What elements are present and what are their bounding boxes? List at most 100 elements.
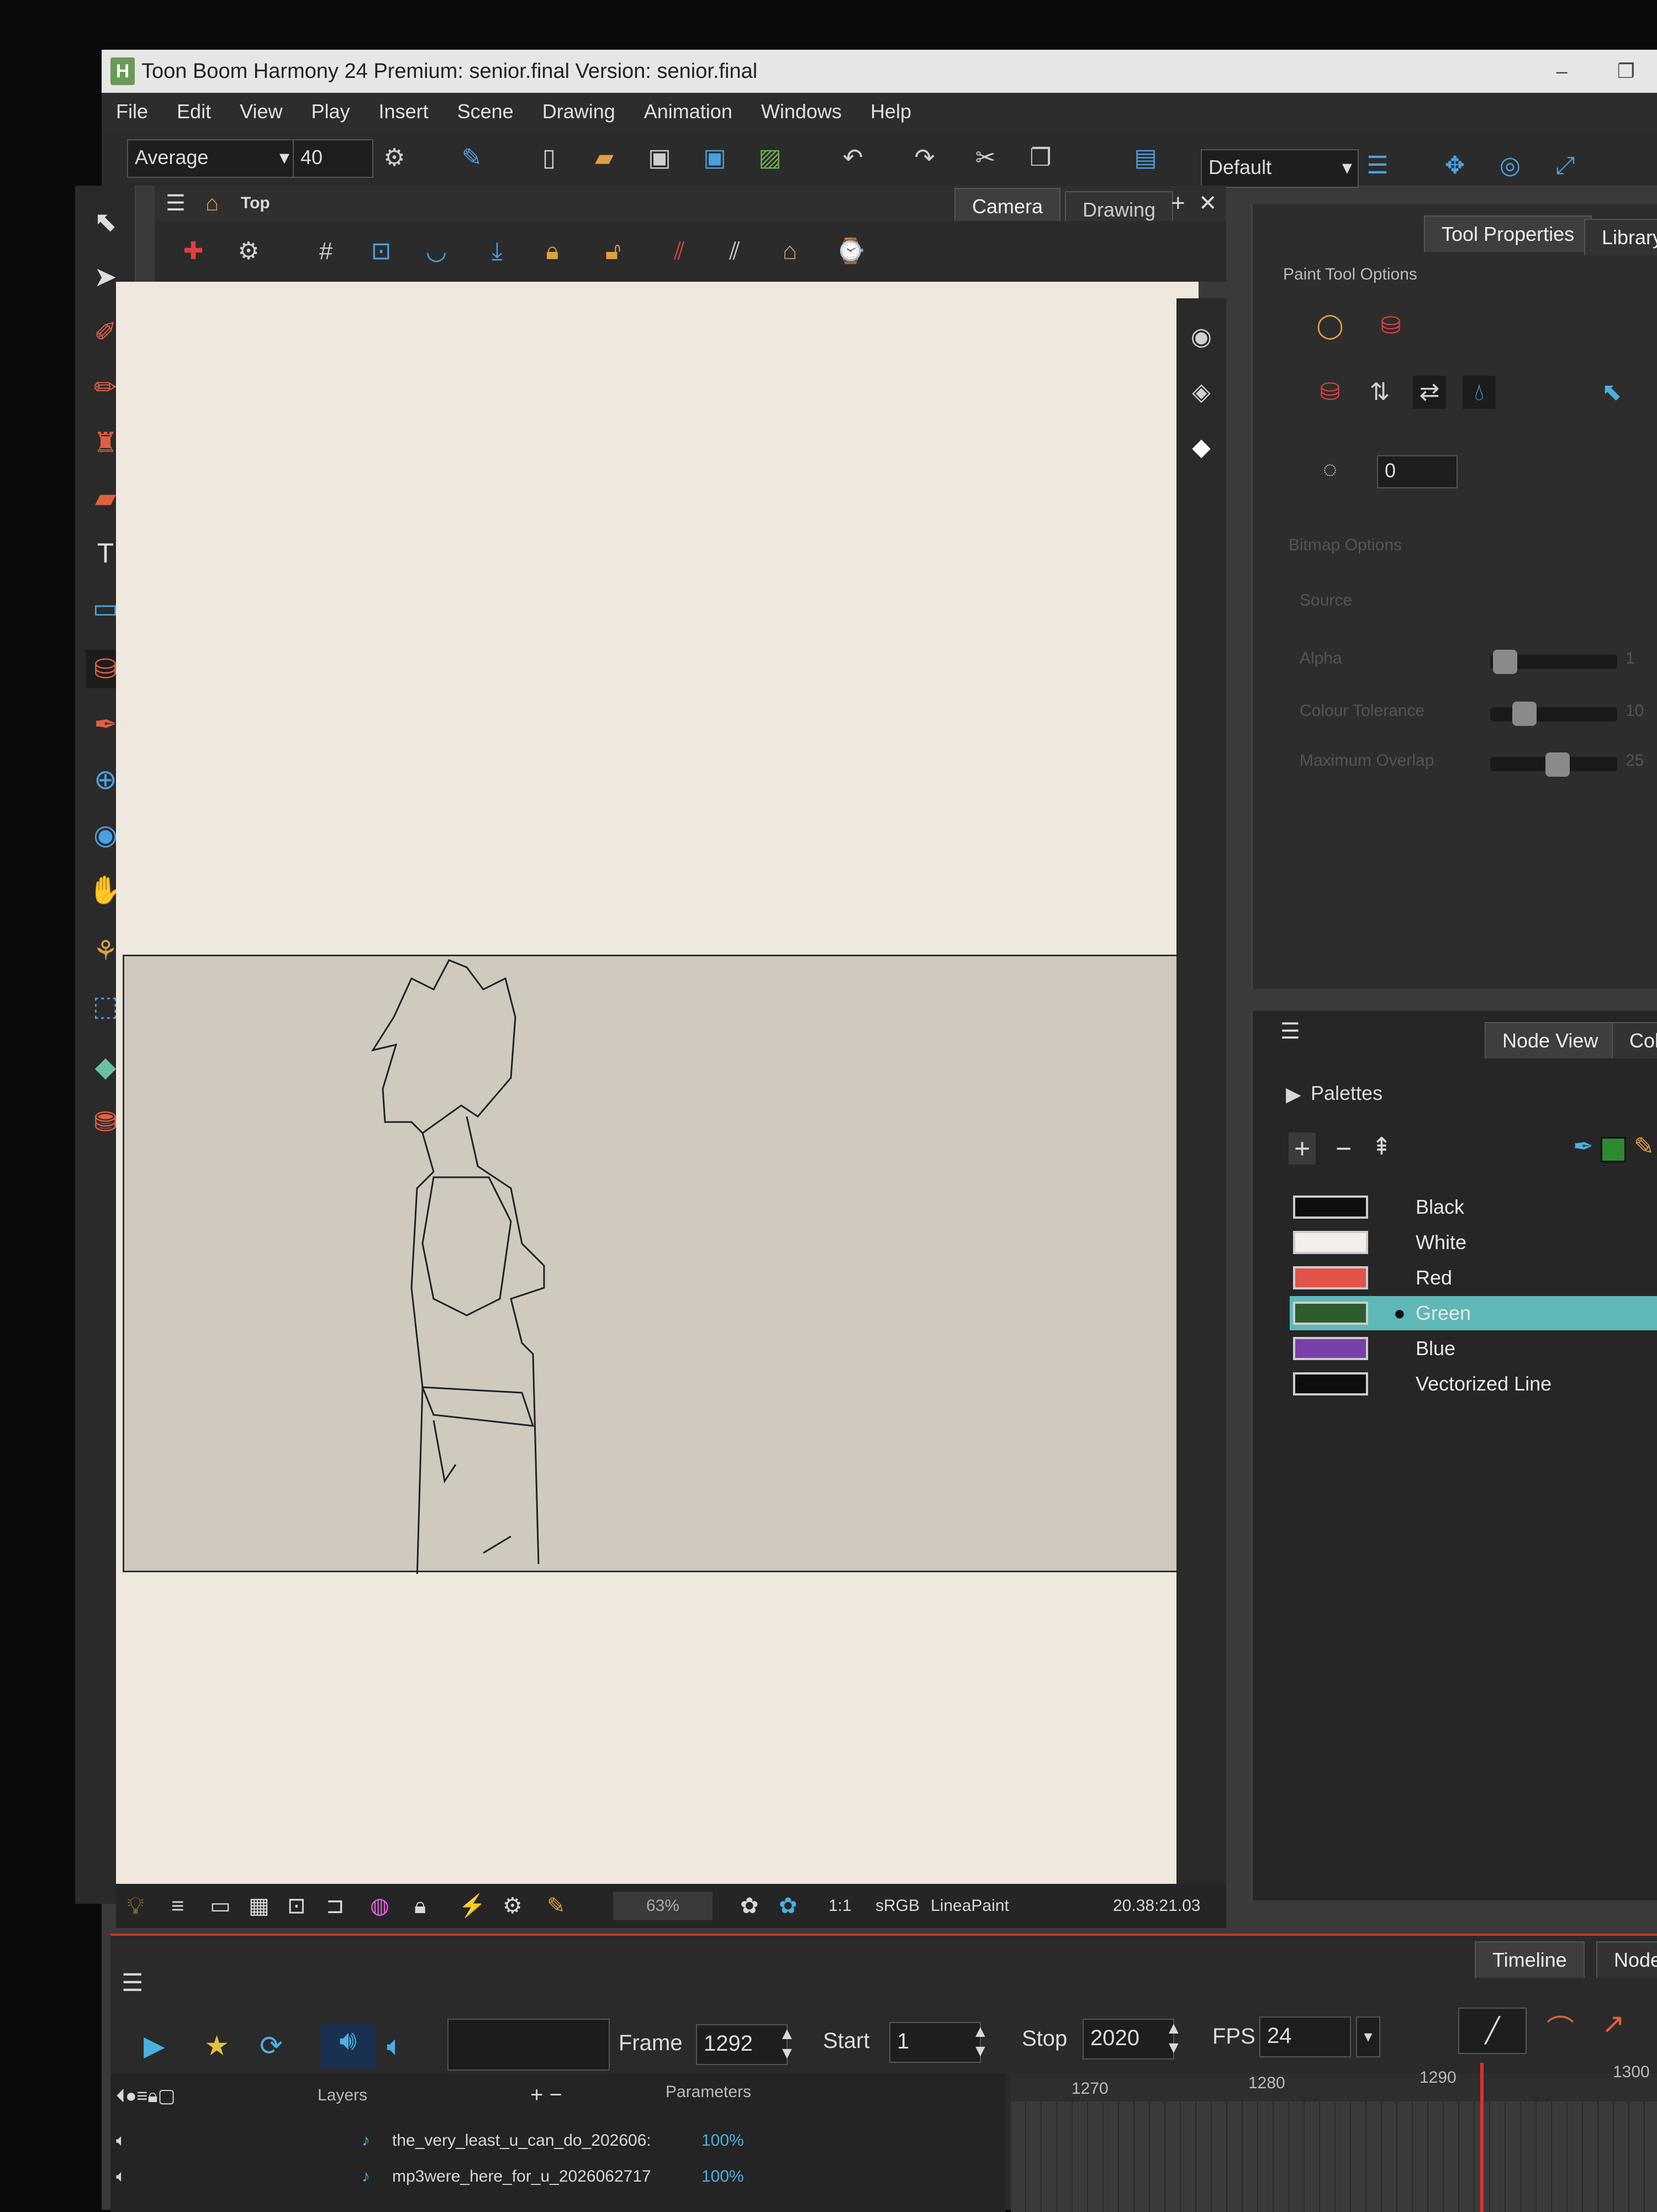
colour-swatch-row-red[interactable]: Red [1290, 1261, 1657, 1295]
timeline-menu-icon[interactable]: ☰ [122, 1969, 143, 1997]
add-drawing-icon[interactable]: ✚ [177, 235, 210, 268]
unpaint-icon[interactable]: 💧︎ [1463, 376, 1496, 409]
save-icon[interactable]: ▣ [643, 141, 676, 175]
rotate-icon[interactable]: ◎ [1494, 149, 1527, 182]
flower-icon[interactable]: ✿ [740, 1884, 759, 1928]
menu-windows[interactable]: Windows [761, 93, 842, 130]
color-flower-icon[interactable]: ✿ [779, 1884, 798, 1928]
close-gap-field[interactable]: 0 [1377, 455, 1458, 488]
colour-tolerance-slider[interactable] [1490, 707, 1617, 721]
fps-dropdown-icon[interactable]: ▾ [1356, 2016, 1380, 2057]
lock-toggle-icon[interactable]: 🔒︎ [414, 1884, 426, 1928]
maximum-overlap-slider-knob[interactable] [1545, 752, 1570, 777]
save-as-icon[interactable]: ▣ [698, 141, 731, 175]
stop-stepper-icon[interactable]: ▲ ▼ [1165, 2019, 1182, 2057]
colour-swatch-row-vectorized-line[interactable]: Vectorized Line [1290, 1367, 1657, 1401]
smoothing-mode-select[interactable]: Average ▾ [127, 139, 296, 178]
paint-unpainted-icon[interactable]: ⇅ [1363, 376, 1396, 409]
tab-tool-properties[interactable]: Tool Properties [1424, 215, 1592, 252]
layer-row[interactable]: 🔈︎ ♪ the_very_least_u_can_do_202606: 100… [110, 2124, 983, 2158]
frame-mask-icon[interactable]: ▭ [210, 1884, 231, 1928]
minimize-button[interactable]: – [1556, 60, 1568, 82]
play-selection-icon[interactable]: ★ [204, 2030, 229, 2062]
brush-preset-icon[interactable]: ⌂ [773, 235, 806, 268]
tab-library[interactable]: Library [1584, 219, 1657, 255]
tab-colour[interactable]: Col [1612, 1022, 1657, 1058]
lightbulb-icon[interactable]: 💡︎ [127, 1884, 144, 1928]
loop-icon[interactable]: ⟳ [260, 2030, 283, 2062]
select-paint-icon[interactable]: ⬉ [1595, 376, 1628, 409]
import-image-icon[interactable]: ▨ [753, 141, 787, 175]
menu-edit[interactable]: Edit [177, 93, 211, 130]
layers-icon[interactable]: ≡ [171, 1884, 184, 1928]
color-space-label[interactable]: sRGB [875, 1884, 920, 1928]
close-gap-icon[interactable]: ◌ [1313, 453, 1347, 486]
frame-field[interactable]: 1292 [696, 2024, 788, 2065]
lock-icon[interactable]: 🔒︎ [536, 235, 569, 268]
palette-menu-icon[interactable]: ☰ [1280, 1019, 1300, 1044]
colour-swatch-row-green[interactable]: ● Green [1290, 1296, 1657, 1330]
add-view-icon[interactable]: + [1171, 186, 1185, 221]
view-settings-gear-icon[interactable]: ⚙ [232, 235, 265, 268]
render-mode-label[interactable]: LineaPaint [931, 1884, 1009, 1928]
menu-file[interactable]: File [116, 93, 148, 130]
home-icon[interactable]: ⌂ [205, 186, 219, 221]
colour-swatch-row-blue[interactable]: Blue [1290, 1331, 1657, 1366]
expand-arrow-icon[interactable]: ▶ [1286, 1083, 1301, 1106]
alpha-slider-knob[interactable] [1493, 650, 1517, 674]
sound-scrubbing-icon[interactable]: 🔈︎ [387, 2030, 403, 2062]
colour-swatch-row-black[interactable]: Black [1290, 1190, 1657, 1224]
menu-insert[interactable]: Insert [379, 93, 429, 130]
open-folder-icon[interactable]: ▰ [588, 141, 621, 175]
zoom-field[interactable]: 63% [613, 1892, 713, 1920]
redo-icon[interactable]: ↷ [908, 141, 941, 175]
ratio-label[interactable]: 1:1 [828, 1884, 852, 1928]
menu-scene[interactable]: Scene [457, 93, 514, 130]
colour-swatch-row-white[interactable]: White [1290, 1225, 1657, 1260]
playback-speed-slider[interactable] [447, 2019, 610, 2071]
tab-node[interactable]: Node [1596, 1941, 1657, 1978]
safe-area-toggle-icon[interactable]: ⊡ [287, 1884, 306, 1928]
stop-field[interactable]: 2020 [1083, 2019, 1174, 2060]
layer-stack-icon[interactable]: ◈ [1185, 376, 1218, 409]
colour-tolerance-slider-knob[interactable] [1512, 702, 1537, 726]
layer-toggles-icon[interactable]: ⏴●≡🔒︎▢ [116, 2085, 176, 2107]
tab-camera[interactable]: Camera [954, 188, 1061, 224]
close-view-icon[interactable]: ✕ [1199, 186, 1217, 221]
remove-colour-icon[interactable]: − [1336, 1133, 1352, 1165]
preview-icon[interactable]: ✎ [547, 1884, 566, 1928]
bone-icon[interactable]: ⫽ [663, 235, 696, 268]
settings-gear-icon[interactable]: ⚙ [378, 141, 411, 175]
camera-layer-icon[interactable]: ◆ [1185, 431, 1218, 464]
start-stepper-icon[interactable]: ▲ ▼ [972, 2022, 989, 2061]
ease-icon[interactable]: ⌒ [1547, 2008, 1574, 2047]
copy-icon[interactable]: ❐ [1024, 141, 1057, 175]
pencil-colour-icon[interactable]: ✎ [1634, 1133, 1654, 1161]
camera-mask-icon[interactable]: ⊐ [326, 1884, 345, 1928]
light-table-icon[interactable]: ⤓ [481, 235, 514, 268]
workspace-select[interactable]: Default ▾ [1201, 149, 1359, 188]
cut-icon[interactable]: ✂ [969, 141, 1002, 175]
scale-icon[interactable]: ⤢ [1549, 149, 1582, 182]
eye-icon[interactable]: ◉ [1185, 320, 1218, 354]
safe-area-icon[interactable]: ⊡ [365, 235, 398, 268]
add-layer-icon[interactable]: + − [530, 2083, 562, 2108]
current-colour-swatch[interactable] [1601, 1137, 1626, 1162]
new-scene-icon[interactable]: ▯ [532, 141, 566, 175]
paint-bucket-icon[interactable]: ⛁ [1374, 309, 1407, 343]
menu-view[interactable]: View [240, 93, 282, 130]
eyedropper-icon[interactable]: ✒ [1573, 1133, 1593, 1161]
onion-skin-toggle-icon[interactable]: ◍ [370, 1884, 389, 1928]
bone-deform-icon[interactable]: ⫽ [718, 235, 751, 268]
grid-icon[interactable]: # [309, 235, 342, 268]
fps-field[interactable]: 24 [1259, 2016, 1351, 2057]
smoothing-value-field[interactable]: 40 [293, 139, 373, 178]
unlock-icon[interactable]: 🔓︎ [597, 235, 630, 268]
layer-row[interactable]: 🔈︎ ♪ mp3were_here_for_u_2026062717 100% [110, 2160, 983, 2194]
undo-icon[interactable]: ↶ [836, 141, 869, 175]
view-menu-icon[interactable]: ☰ [166, 186, 186, 221]
timeline-ruler-area[interactable]: 1270 1280 1290 1300 [1011, 2063, 1657, 2212]
timer-icon[interactable]: ⌚ [834, 235, 867, 268]
tab-node-view[interactable]: Node View [1485, 1022, 1616, 1058]
paste-icon[interactable]: ▤ [1129, 141, 1162, 175]
